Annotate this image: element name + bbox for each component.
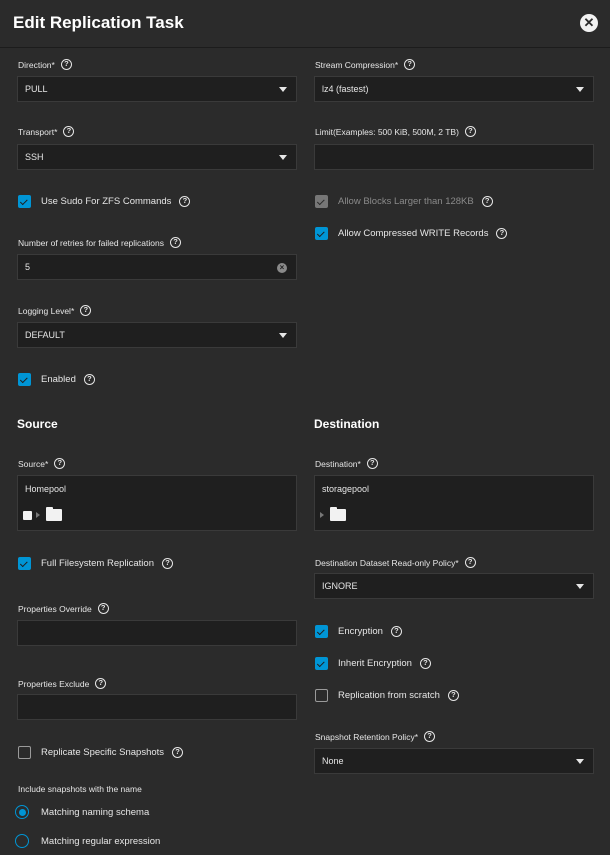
help-icon[interactable]: ? bbox=[172, 747, 184, 758]
help-icon[interactable]: ? bbox=[366, 458, 378, 469]
use-sudo-checkbox[interactable]: Use Sudo For ZFS Commands ? bbox=[18, 195, 191, 208]
destination-tree[interactable]: storagepool bbox=[314, 475, 594, 531]
help-icon[interactable]: ? bbox=[169, 237, 181, 248]
transport-select[interactable]: SSH bbox=[17, 144, 297, 170]
help-icon[interactable]: ? bbox=[63, 126, 75, 137]
logging-select[interactable]: DEFAULT bbox=[17, 322, 297, 348]
clear-icon[interactable]: × bbox=[277, 263, 287, 273]
chevron-down-icon bbox=[576, 759, 584, 764]
checkbox-checked-icon[interactable] bbox=[18, 195, 31, 208]
large-blocks-checkbox: Allow Blocks Larger than 128KB ? bbox=[315, 195, 493, 208]
retention-policy-label: Snapshot Retention Policy * ? bbox=[315, 731, 436, 742]
limit-input[interactable] bbox=[314, 144, 594, 170]
tree-node[interactable] bbox=[23, 507, 62, 521]
radio-regular-expression[interactable]: Matching regular expression bbox=[15, 834, 160, 848]
source-tree[interactable]: Homepool bbox=[17, 475, 297, 531]
inherit-encryption-checkbox[interactable]: Inherit Encryption ? bbox=[315, 657, 431, 670]
replication-from-scratch-checkbox[interactable]: Replication from scratch ? bbox=[315, 689, 459, 702]
retries-label: Number of retries for failed replication… bbox=[18, 237, 181, 248]
checkbox-unchecked-icon[interactable] bbox=[315, 689, 328, 702]
expand-arrow-icon[interactable] bbox=[36, 512, 40, 518]
limit-label: Limit(Examples: 500 KiB, 500M, 2 TB) ? bbox=[315, 126, 476, 137]
source-label: Source * ? bbox=[18, 458, 66, 469]
full-filesystem-checkbox[interactable]: Full Filesystem Replication ? bbox=[18, 557, 173, 570]
properties-override-input[interactable] bbox=[17, 620, 297, 646]
destination-label: Destination * ? bbox=[315, 458, 378, 469]
help-icon[interactable]: ? bbox=[481, 196, 493, 207]
help-icon[interactable]: ? bbox=[60, 59, 72, 70]
help-icon[interactable]: ? bbox=[83, 374, 95, 385]
dialog-title: Edit Replication Task bbox=[13, 13, 184, 32]
logging-label: Logging Level * ? bbox=[18, 305, 92, 316]
direction-select[interactable]: PULL bbox=[17, 76, 297, 102]
readonly-policy-label: Destination Dataset Read-only Policy * ? bbox=[315, 557, 476, 568]
checkbox-checked-icon[interactable] bbox=[315, 657, 328, 670]
help-icon[interactable]: ? bbox=[424, 731, 436, 742]
source-heading: Source bbox=[17, 417, 58, 431]
properties-override-label: Properties Override ? bbox=[18, 603, 109, 614]
help-icon[interactable]: ? bbox=[464, 126, 476, 137]
close-icon[interactable]: ✕ bbox=[580, 14, 598, 32]
help-icon[interactable]: ? bbox=[95, 678, 107, 689]
help-icon[interactable]: ? bbox=[54, 458, 66, 469]
help-icon[interactable]: ? bbox=[179, 196, 191, 207]
compression-select[interactable]: lz4 (fastest) bbox=[314, 76, 594, 102]
help-icon[interactable]: ? bbox=[404, 59, 416, 70]
encryption-checkbox[interactable]: Encryption ? bbox=[315, 625, 402, 638]
checkbox-checked-icon[interactable] bbox=[18, 373, 31, 386]
retries-input[interactable]: 5 × bbox=[17, 254, 297, 280]
properties-exclude-label: Properties Exclude ? bbox=[18, 678, 107, 689]
folder-icon bbox=[330, 507, 346, 521]
node-checkbox[interactable] bbox=[23, 510, 32, 520]
help-icon[interactable]: ? bbox=[161, 558, 173, 569]
help-icon[interactable]: ? bbox=[97, 603, 109, 614]
folder-icon bbox=[46, 507, 62, 521]
chevron-down-icon bbox=[576, 87, 584, 92]
radio-selected-icon[interactable] bbox=[15, 805, 29, 819]
chevron-down-icon bbox=[279, 155, 287, 160]
help-icon[interactable]: ? bbox=[447, 690, 459, 701]
compression-label: Stream Compression * ? bbox=[315, 59, 416, 70]
retention-policy-select[interactable]: None bbox=[314, 748, 594, 774]
enabled-checkbox[interactable]: Enabled ? bbox=[18, 373, 95, 386]
transport-label: Transport * ? bbox=[18, 126, 75, 137]
direction-label: Direction * ? bbox=[18, 59, 72, 70]
tree-node[interactable] bbox=[320, 507, 346, 521]
help-icon[interactable]: ? bbox=[80, 305, 92, 316]
checkbox-unchecked-icon[interactable] bbox=[18, 746, 31, 759]
destination-heading: Destination bbox=[314, 417, 380, 431]
include-snapshots-label: Include snapshots with the name bbox=[18, 784, 142, 794]
compressed-write-checkbox[interactable]: Allow Compressed WRITE Records ? bbox=[315, 227, 508, 240]
radio-naming-schema[interactable]: Matching naming schema bbox=[15, 805, 149, 819]
help-icon[interactable]: ? bbox=[419, 658, 431, 669]
checkbox-checked-icon[interactable] bbox=[315, 227, 328, 240]
checkbox-checked-icon[interactable] bbox=[315, 625, 328, 638]
chevron-down-icon bbox=[279, 333, 287, 338]
help-icon[interactable]: ? bbox=[496, 228, 508, 239]
checkbox-checked-icon[interactable] bbox=[18, 557, 31, 570]
radio-unselected-icon[interactable] bbox=[15, 834, 29, 848]
chevron-down-icon bbox=[279, 87, 287, 92]
help-icon[interactable]: ? bbox=[390, 626, 402, 637]
properties-exclude-input[interactable] bbox=[17, 694, 297, 720]
readonly-policy-select[interactable]: IGNORE bbox=[314, 573, 594, 599]
chevron-down-icon bbox=[576, 584, 584, 589]
help-icon[interactable]: ? bbox=[464, 557, 476, 568]
expand-arrow-icon[interactable] bbox=[320, 512, 324, 518]
checkbox-disabled-icon bbox=[315, 195, 328, 208]
specific-snapshots-checkbox[interactable]: Replicate Specific Snapshots ? bbox=[18, 746, 184, 759]
